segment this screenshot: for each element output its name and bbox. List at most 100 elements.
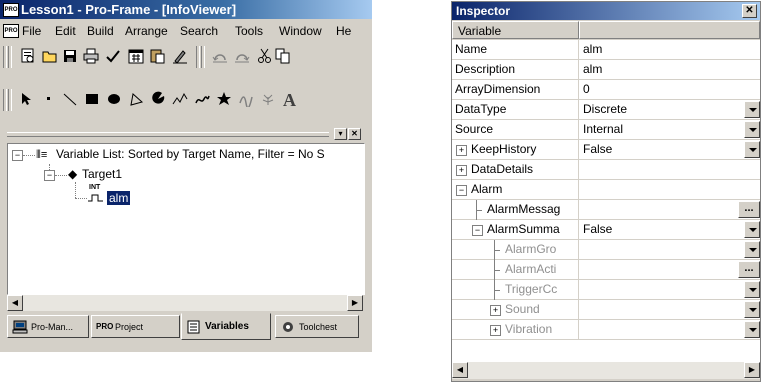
tree-variable-alm[interactable]: INT alm (88, 184, 131, 205)
rectangle-icon[interactable] (82, 90, 102, 108)
tree-horizontal-scrollbar[interactable]: ◀ ▶ (7, 295, 363, 311)
property-row[interactable]: + Sound (452, 300, 760, 320)
tab-toolchest[interactable]: Toolchest (275, 315, 359, 338)
check-icon[interactable] (103, 47, 123, 65)
property-value[interactable]: False (583, 220, 612, 240)
dropdown-arrow-icon[interactable] (744, 241, 760, 258)
redo-icon[interactable] (232, 47, 252, 65)
ellipsis-button[interactable]: ... (738, 201, 760, 218)
property-row[interactable]: + DataDetails (452, 160, 760, 180)
text-icon[interactable]: A (280, 90, 300, 108)
property-row[interactable]: Name alm (452, 40, 760, 60)
pen-icon[interactable] (170, 47, 190, 65)
dropdown-arrow-icon[interactable] (744, 121, 760, 138)
collapse-icon[interactable]: − (456, 185, 467, 196)
collapse-icon[interactable]: − (472, 225, 483, 236)
polyline-icon[interactable] (170, 90, 190, 108)
pane-grip[interactable] (7, 132, 329, 137)
dropdown-arrow-icon[interactable] (744, 141, 760, 158)
property-value[interactable]: alm (583, 40, 602, 60)
print-preview-icon[interactable] (18, 47, 38, 65)
property-row[interactable]: AlarmGro (452, 240, 760, 260)
tab-variables[interactable]: Variables (181, 313, 271, 340)
target-diamond-icon: ◆ (68, 167, 78, 181)
property-value[interactable]: False (583, 140, 612, 160)
menu-build[interactable]: Build (87, 24, 114, 38)
star-icon[interactable] (214, 90, 234, 108)
scroll-right-icon[interactable]: ▶ (744, 362, 760, 378)
scroll-right-icon[interactable]: ▶ (347, 295, 363, 311)
point-icon[interactable] (39, 90, 59, 108)
property-row[interactable]: AlarmMessag... (452, 200, 760, 220)
dropdown-arrow-icon[interactable] (744, 221, 760, 238)
ellipse-icon[interactable] (104, 90, 124, 108)
property-row[interactable]: − AlarmSumma False (452, 220, 760, 240)
bezier-icon[interactable] (236, 90, 256, 108)
tree-root[interactable]: ⦀≡ Variable List: Sorted by Target Name, … (36, 147, 325, 162)
freehand-icon[interactable] (192, 90, 212, 108)
menu-tools[interactable]: Tools (235, 24, 263, 38)
toolbar-grip[interactable] (8, 89, 12, 111)
ellipsis-button[interactable]: ... (738, 261, 760, 278)
toolbar-grip[interactable] (3, 46, 7, 68)
scroll-left-icon[interactable]: ◀ (452, 362, 468, 378)
line-icon[interactable] (60, 90, 80, 108)
menu-arrange[interactable]: Arrange (125, 24, 168, 38)
close-icon[interactable]: ✕ (742, 4, 757, 18)
property-row[interactable]: DataType Discrete (452, 100, 760, 120)
dropdown-arrow-icon[interactable] (744, 321, 760, 338)
menu-file[interactable]: File (22, 24, 41, 38)
arrow-pointer-icon[interactable] (16, 90, 36, 108)
property-row[interactable]: Description alm (452, 60, 760, 80)
inspector-horizontal-scrollbar[interactable]: ◀ ▶ (452, 362, 760, 379)
dropdown-arrow-icon[interactable] (744, 301, 760, 318)
expand-icon[interactable]: + (456, 165, 467, 176)
tab-project[interactable]: PRO Project (91, 315, 180, 338)
system-menu-icon[interactable]: PRO (3, 24, 19, 38)
copy-icon[interactable] (273, 47, 293, 65)
save-icon[interactable] (60, 47, 80, 65)
property-row[interactable]: − Alarm (452, 180, 760, 200)
undo-icon[interactable] (210, 47, 230, 65)
expand-icon[interactable]: + (490, 305, 501, 316)
property-row[interactable]: + KeepHistory False (452, 140, 760, 160)
open-folder-icon[interactable] (40, 47, 60, 65)
cut-icon[interactable] (255, 47, 275, 65)
property-value[interactable]: 0 (583, 80, 590, 100)
property-row[interactable]: Source Internal (452, 120, 760, 140)
title-bar[interactable]: PRO Lesson1 - Pro-Frame - [InfoViewer] (0, 0, 372, 19)
property-row[interactable]: + Vibration (452, 320, 760, 340)
property-row[interactable]: AlarmActi... (452, 260, 760, 280)
scroll-left-icon[interactable]: ◀ (7, 295, 23, 311)
property-grid: Name alm Description alm ArrayDimension 0 Data… (452, 40, 760, 362)
tab-pro-man[interactable]: Pro-Man... (7, 315, 89, 338)
menu-edit[interactable]: Edit (55, 24, 76, 38)
property-row[interactable]: ArrayDimension 0 (452, 80, 760, 100)
print-icon[interactable] (81, 47, 101, 65)
dropdown-arrow-icon[interactable] (744, 101, 760, 118)
property-value[interactable]: Discrete (583, 100, 627, 120)
expand-icon[interactable]: + (490, 325, 501, 336)
pane-close-icon[interactable]: ✕ (348, 128, 361, 140)
toolbar-grip[interactable] (3, 89, 7, 111)
calendar-icon[interactable] (126, 47, 146, 65)
menu-window[interactable]: Window (279, 24, 322, 38)
inspector-title-bar[interactable]: Inspector ✕ (452, 2, 760, 20)
expand-icon[interactable]: + (456, 145, 467, 156)
property-name-label: TriggerCc (505, 282, 558, 296)
dropdown-arrow-icon[interactable] (744, 281, 760, 298)
property-row[interactable]: TriggerCc (452, 280, 760, 300)
tree-target[interactable]: ◆ Target1 (68, 167, 122, 181)
toolbar-grip[interactable] (8, 46, 12, 68)
property-value[interactable]: alm (583, 60, 602, 80)
tree-collapse-icon[interactable]: − (44, 170, 55, 181)
pie-icon[interactable] (148, 90, 168, 108)
tree-collapse-icon[interactable]: − (12, 150, 23, 161)
menu-help[interactable]: He (336, 24, 351, 38)
property-value[interactable]: Internal (583, 120, 623, 140)
pane-maximize-icon[interactable]: ▾ (334, 128, 347, 140)
paste-special-icon[interactable] (147, 47, 167, 65)
menu-search[interactable]: Search (180, 24, 218, 38)
polygon-icon[interactable] (126, 90, 146, 108)
plant-icon[interactable] (258, 90, 278, 108)
